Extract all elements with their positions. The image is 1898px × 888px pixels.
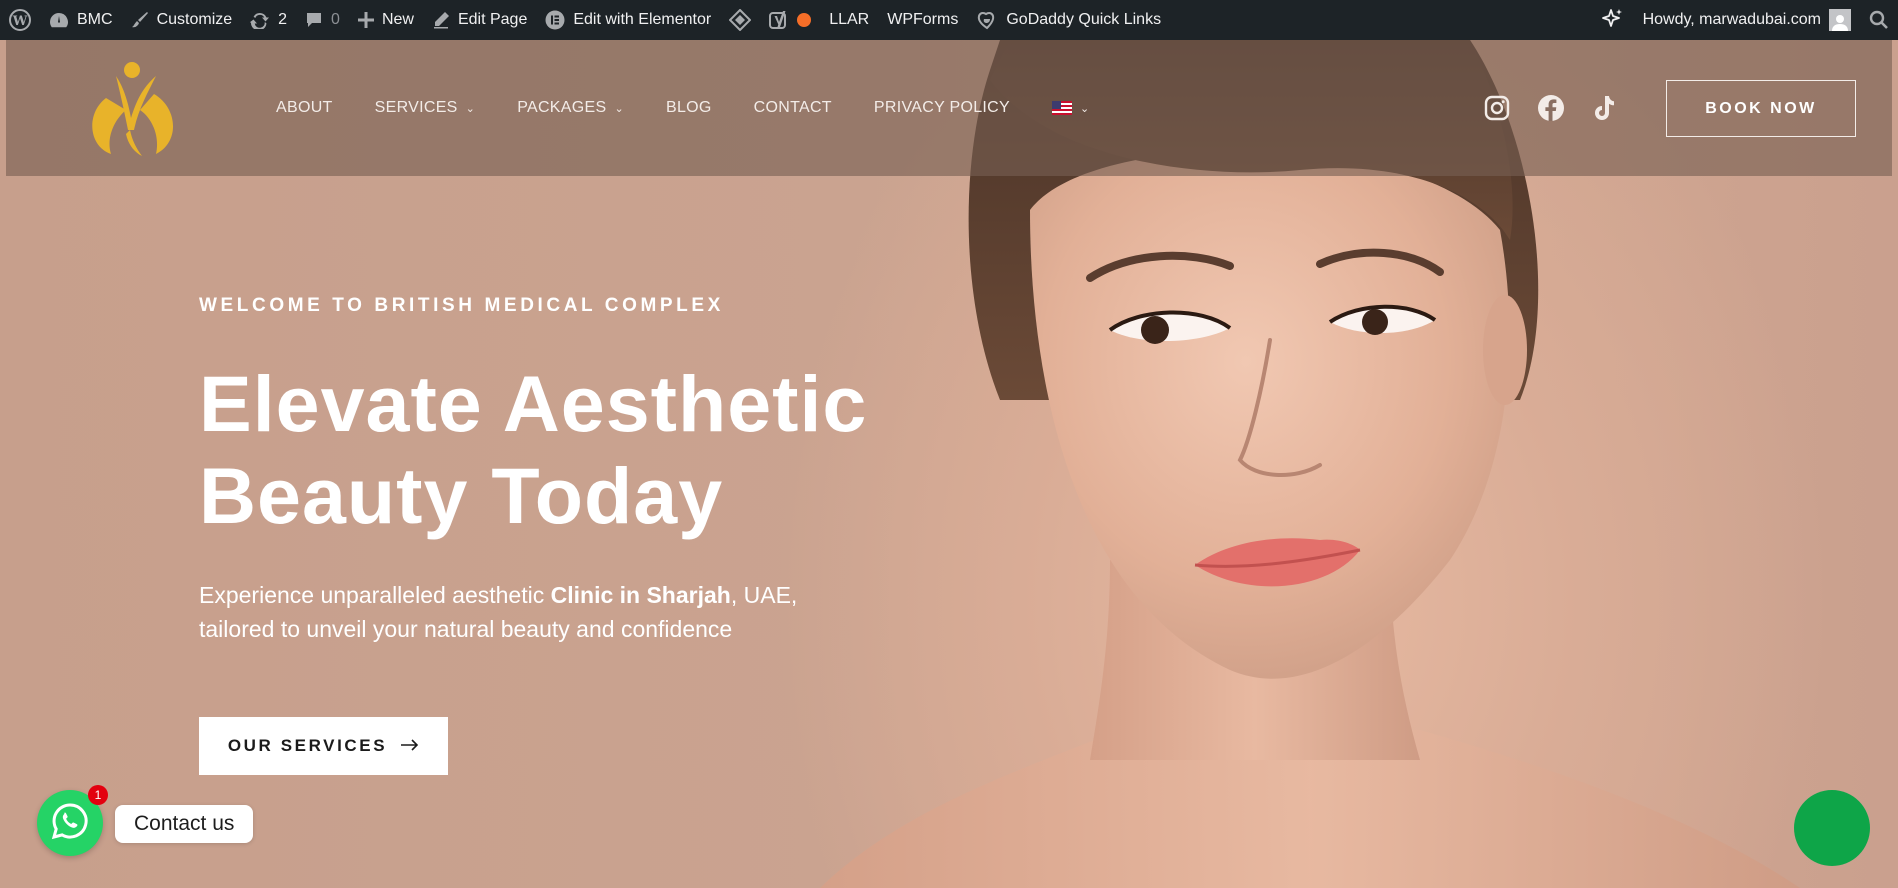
us-flag-icon (1052, 101, 1072, 115)
site-name-label: BMC (77, 11, 113, 28)
howdy-label: Howdy, marwadubai.com (1642, 11, 1821, 28)
book-now-button[interactable]: BOOK NOW (1666, 80, 1856, 137)
site-header: ABOUT SERVICES ⌄ PACKAGES ⌄ BLOG CONTACT… (6, 40, 1892, 176)
hero-sub-bold: Clinic in Sharjah (550, 582, 731, 608)
nav-blog[interactable]: BLOG (666, 99, 712, 117)
dashboard-icon (49, 11, 69, 29)
nav-packages-label: PACKAGES (517, 99, 607, 116)
chevron-down-icon: ⌄ (465, 102, 476, 115)
main-nav: ABOUT SERVICES ⌄ PACKAGES ⌄ BLOG CONTACT… (276, 40, 1132, 176)
hero-headline-line1: Elevate Aesthetic (199, 359, 868, 448)
diamond-plugin-icon[interactable] (720, 0, 760, 40)
contact-us-label: Contact us (134, 812, 235, 835)
svg-text:W: W (12, 14, 28, 29)
yoast-seo-menu[interactable] (760, 0, 820, 40)
godaddy-label: GoDaddy Quick Links (1006, 11, 1162, 28)
floating-action-button[interactable] (1794, 790, 1870, 866)
edit-elementor-label: Edit with Elementor (573, 11, 712, 28)
edit-elementor-link[interactable]: Edit with Elementor (536, 0, 720, 40)
book-now-label: BOOK NOW (1705, 99, 1817, 117)
nav-privacy-policy[interactable]: PRIVACY POLICY (874, 99, 1010, 117)
hero-sub-part1: Experience unparalleled aesthetic (199, 582, 551, 608)
nav-services[interactable]: SERVICES ⌄ (375, 99, 476, 117)
nav-about-label: ABOUT (276, 99, 333, 116)
wordpress-logo-icon[interactable]: W (0, 0, 40, 40)
new-label: New (381, 11, 414, 28)
nav-privacy-policy-label: PRIVACY POLICY (873, 99, 1010, 116)
elementor-icon (545, 10, 565, 30)
arrow-right-icon (401, 736, 419, 756)
chevron-down-icon: ⌄ (1080, 102, 1090, 115)
godaddy-quick-links[interactable]: GoDaddy Quick Links (967, 0, 1170, 40)
customize-label: Customize (156, 11, 233, 28)
hero-sub-line2: tailored to unveil your natural beauty a… (199, 616, 733, 642)
customize-link[interactable]: Customize (122, 0, 242, 40)
wpforms-link[interactable]: WPForms (878, 0, 967, 40)
our-services-label: OUR SERVICES (227, 736, 388, 755)
nav-services-label: SERVICES (374, 99, 458, 116)
wpforms-label: WPForms (887, 11, 959, 28)
hero-headline-line2: Beauty Today (199, 451, 724, 540)
pencil-icon (432, 11, 450, 29)
updates-count: 2 (278, 11, 288, 28)
social-links (1484, 40, 1618, 176)
nav-about[interactable]: ABOUT (276, 99, 333, 117)
chat-notification-badge: 1 (88, 785, 108, 805)
nav-contact-label: CONTACT (753, 99, 832, 116)
site-name-menu[interactable]: BMC (40, 0, 122, 40)
nav-blog-label: BLOG (665, 99, 712, 116)
whatsapp-icon (51, 802, 89, 845)
chevron-down-icon: ⌄ (614, 102, 624, 115)
comment-icon (305, 11, 323, 29)
llar-link[interactable]: LLAR (820, 0, 878, 40)
hero-sub-part2: , UAE, (730, 582, 798, 608)
avatar (1829, 9, 1851, 31)
updates-link[interactable]: 2 (241, 0, 296, 40)
tiktok-icon[interactable] (1592, 94, 1618, 122)
admin-search-icon[interactable] (1860, 0, 1898, 40)
ai-sparkle-icon[interactable] (1590, 0, 1634, 40)
contact-us-bubble[interactable]: Contact us (115, 805, 254, 843)
nav-contact[interactable]: CONTACT (754, 99, 832, 117)
comments-link[interactable]: 0 (296, 0, 349, 40)
our-services-button[interactable]: OUR SERVICES (199, 717, 448, 775)
hero-eyebrow: WELCOME TO BRITISH MEDICAL COMPLEX (199, 295, 724, 316)
instagram-icon[interactable] (1484, 95, 1510, 121)
seo-status-dot (797, 13, 812, 27)
edit-page-label: Edit Page (457, 11, 528, 28)
hero-subtext: Experience unparalleled aesthetic Clinic… (199, 578, 899, 646)
nav-packages[interactable]: PACKAGES ⌄ (517, 99, 624, 117)
new-content-menu[interactable]: New (349, 0, 423, 40)
llar-label: LLAR (829, 11, 870, 28)
yoast-icon (769, 10, 789, 30)
my-account-menu[interactable]: Howdy, marwadubai.com (1634, 0, 1860, 40)
paintbrush-icon (131, 11, 149, 29)
comments-count: 0 (331, 11, 340, 28)
bmc-logo[interactable] (76, 58, 186, 163)
facebook-icon[interactable] (1537, 94, 1565, 122)
hero-section: ABOUT SERVICES ⌄ PACKAGES ⌄ BLOG CONTACT… (0, 40, 1898, 888)
updates-icon (250, 11, 270, 29)
wp-admin-bar: W BMC Customize 2 0 New Edit Page Edit w… (0, 0, 1898, 40)
hero-headline: Elevate Aesthetic Beauty Today (199, 358, 867, 542)
godaddy-icon (976, 10, 998, 30)
plus-icon (357, 12, 374, 28)
language-switcher[interactable]: ⌄ (1052, 101, 1090, 115)
edit-page-link[interactable]: Edit Page (423, 0, 536, 40)
